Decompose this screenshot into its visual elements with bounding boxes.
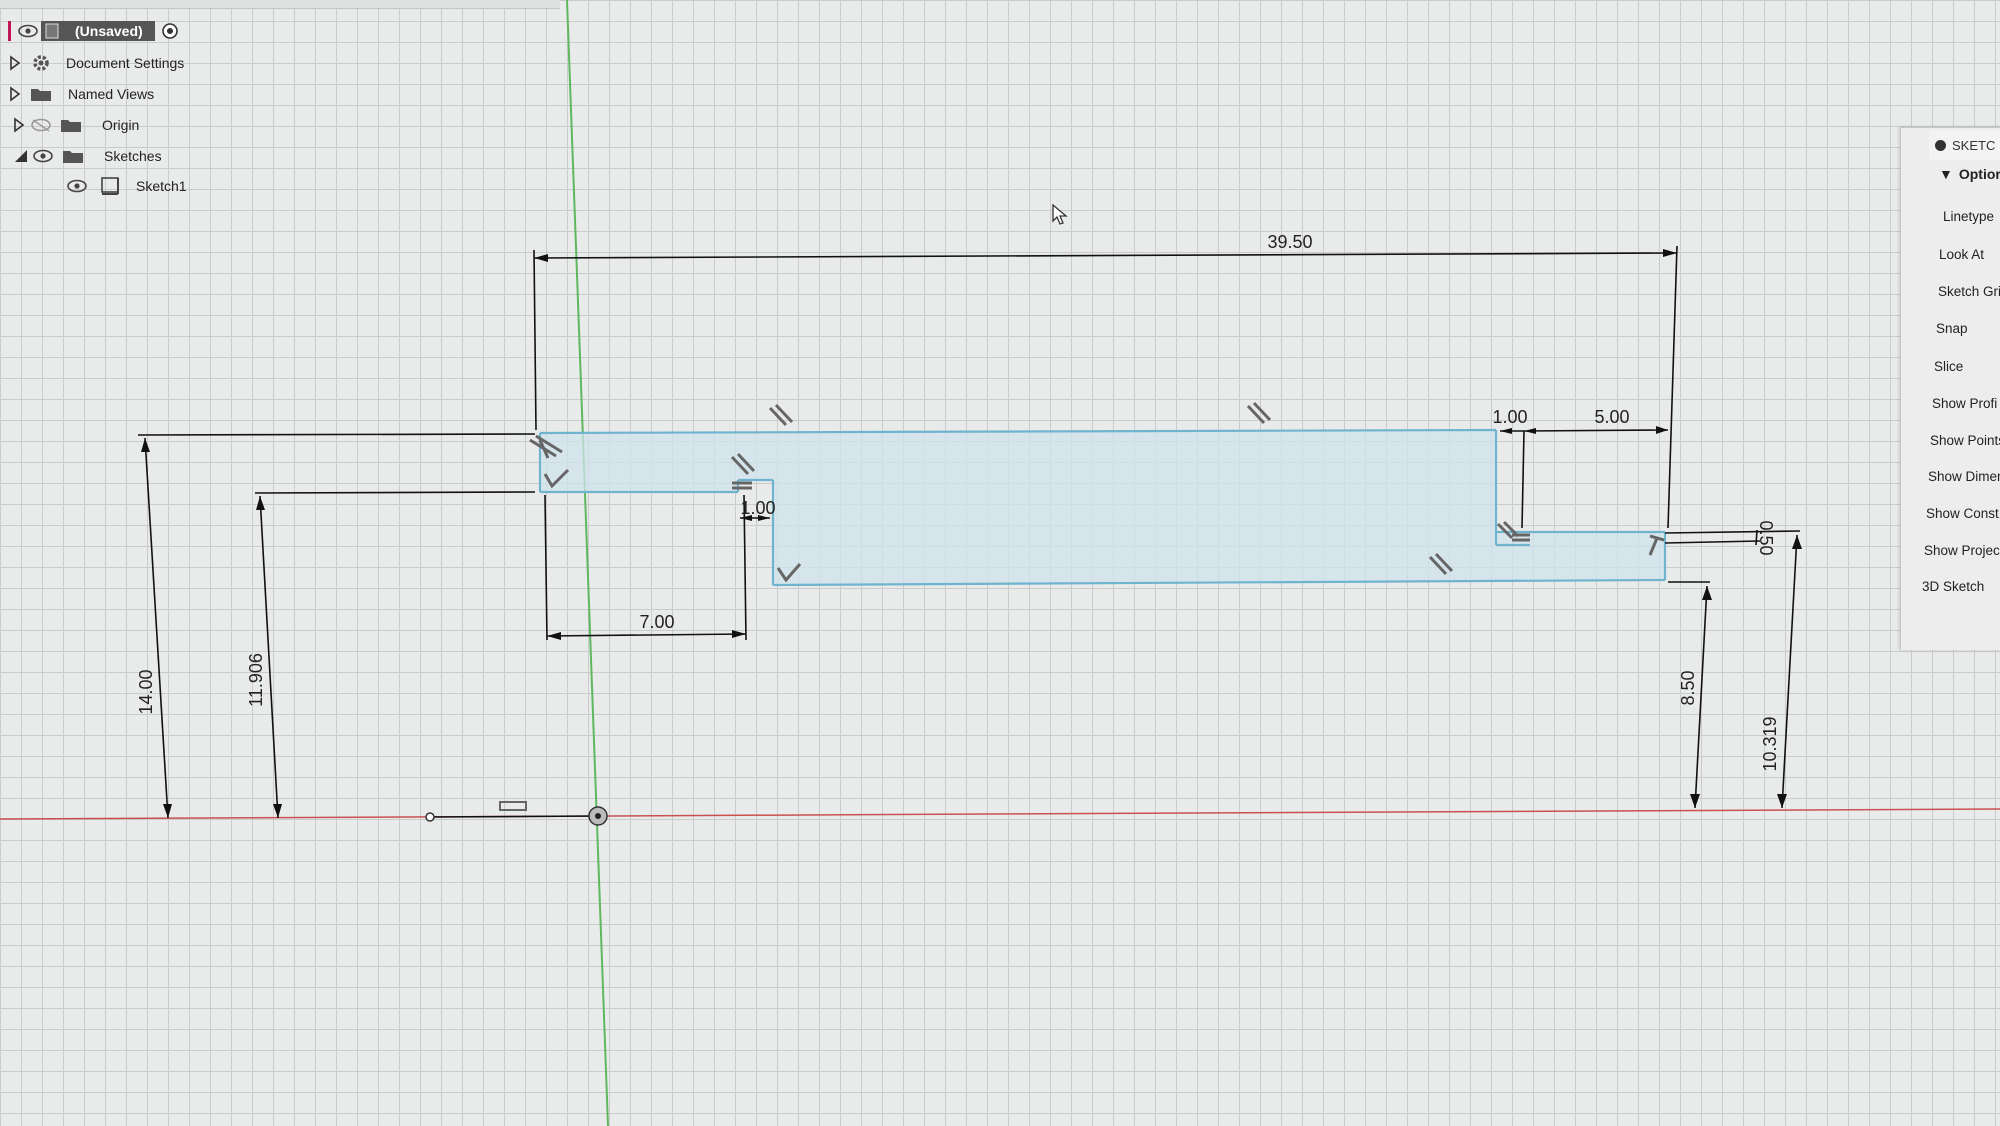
document-icon xyxy=(45,23,59,39)
browser-item-label: Sketch1 xyxy=(136,178,187,194)
dim-left-height[interactable]: 14.00 xyxy=(136,669,156,714)
palette-item-sketch-grid[interactable]: Sketch Gri xyxy=(1938,284,2000,299)
dim-left-inner-height[interactable]: 11.906 xyxy=(246,653,266,707)
palette-section-label: Optior xyxy=(1958,166,2000,182)
browser-item-named-views[interactable]: Named Views xyxy=(6,81,154,107)
browser-item-sketch1[interactable]: Sketch1 xyxy=(64,173,187,199)
sketch-icon xyxy=(98,176,124,196)
collapse-triangle-icon[interactable] xyxy=(12,149,30,163)
browser-item-label: Origin xyxy=(102,117,140,133)
dim-left-gap[interactable]: 1.00 xyxy=(740,498,775,518)
browser-item-label: Sketches xyxy=(104,148,162,164)
expand-triangle-icon[interactable] xyxy=(6,55,24,71)
browser-item-document-settings[interactable]: Document Settings xyxy=(6,50,184,76)
dim-left-step-width[interactable]: 7.00 xyxy=(639,612,674,632)
folder-icon xyxy=(24,86,58,102)
origin-center xyxy=(595,813,601,819)
palette-item-show-constraints[interactable]: Show Const xyxy=(1926,506,1999,521)
folder-icon xyxy=(60,148,86,164)
document-title[interactable]: (Unsaved) xyxy=(67,23,151,39)
palette-item-show-dimensions[interactable]: Show Dimen xyxy=(1928,469,2000,484)
palette-item-show-points[interactable]: Show Points xyxy=(1930,433,2000,448)
expand-triangle-icon[interactable] xyxy=(10,117,28,133)
eye-icon[interactable] xyxy=(30,149,56,163)
palette-item-slice[interactable]: Slice xyxy=(1934,359,1963,374)
browser-item-label: Named Views xyxy=(68,86,155,102)
dim-right-offset[interactable]: 0.50 xyxy=(1756,520,1776,555)
browser-item-origin[interactable]: Origin xyxy=(10,112,139,138)
eye-icon[interactable] xyxy=(15,24,41,38)
palette-item-snap[interactable]: Snap xyxy=(1936,321,1968,336)
gear-icon xyxy=(24,53,58,73)
eye-hidden-icon[interactable] xyxy=(28,118,54,132)
caret-down-icon: ▼ xyxy=(1939,166,1953,182)
palette-header[interactable]: SKETC xyxy=(1929,130,2000,160)
palette-item-show-profile[interactable]: Show Profi xyxy=(1932,396,1997,411)
dim-right-outer-height[interactable]: 10.319 xyxy=(1760,716,1780,771)
y-axis-line xyxy=(566,0,609,1126)
browser-root-row[interactable]: (Unsaved) xyxy=(8,18,179,44)
sketch-palette: SKETC ▼ Optior Linetype Look At Sketch G… xyxy=(1900,127,2000,650)
eye-icon[interactable] xyxy=(64,179,90,193)
x-axis-line xyxy=(0,808,2000,820)
browser-top-strip xyxy=(0,0,560,9)
folder-icon xyxy=(58,117,84,133)
sketch-point[interactable] xyxy=(425,812,435,822)
activate-radio-icon[interactable] xyxy=(161,22,179,40)
expand-triangle-icon[interactable] xyxy=(6,86,24,102)
palette-item-look-at[interactable]: Look At xyxy=(1939,247,1984,262)
palette-item-3d-sketch[interactable]: 3D Sketch xyxy=(1922,579,1984,594)
palette-item-show-projected[interactable]: Show Projec xyxy=(1924,543,2000,558)
active-marker xyxy=(8,21,11,41)
dim-overall-width[interactable]: 39.50 xyxy=(1267,232,1312,252)
palette-item-linetype[interactable]: Linetype xyxy=(1943,209,1994,224)
mouse-cursor-icon xyxy=(1052,204,1068,225)
sketch-drawing[interactable]: 39.50 5.00 1.00 1.00 7.00 14.00 11.906 8… xyxy=(0,0,2000,1126)
browser-item-label: Document Settings xyxy=(66,55,185,71)
dim-right-gap[interactable]: 1.00 xyxy=(1492,407,1527,427)
palette-options-toggle[interactable]: ▼ Optior xyxy=(1939,166,2000,182)
palette-title: SKETC xyxy=(1952,137,1996,153)
dim-right-step-width[interactable]: 5.00 xyxy=(1594,407,1629,427)
document-block: (Unsaved) xyxy=(41,21,155,41)
palette-dot-icon xyxy=(1935,139,1946,151)
dim-right-height[interactable]: 8.50 xyxy=(1678,670,1698,705)
browser-item-sketches[interactable]: Sketches xyxy=(12,143,162,169)
